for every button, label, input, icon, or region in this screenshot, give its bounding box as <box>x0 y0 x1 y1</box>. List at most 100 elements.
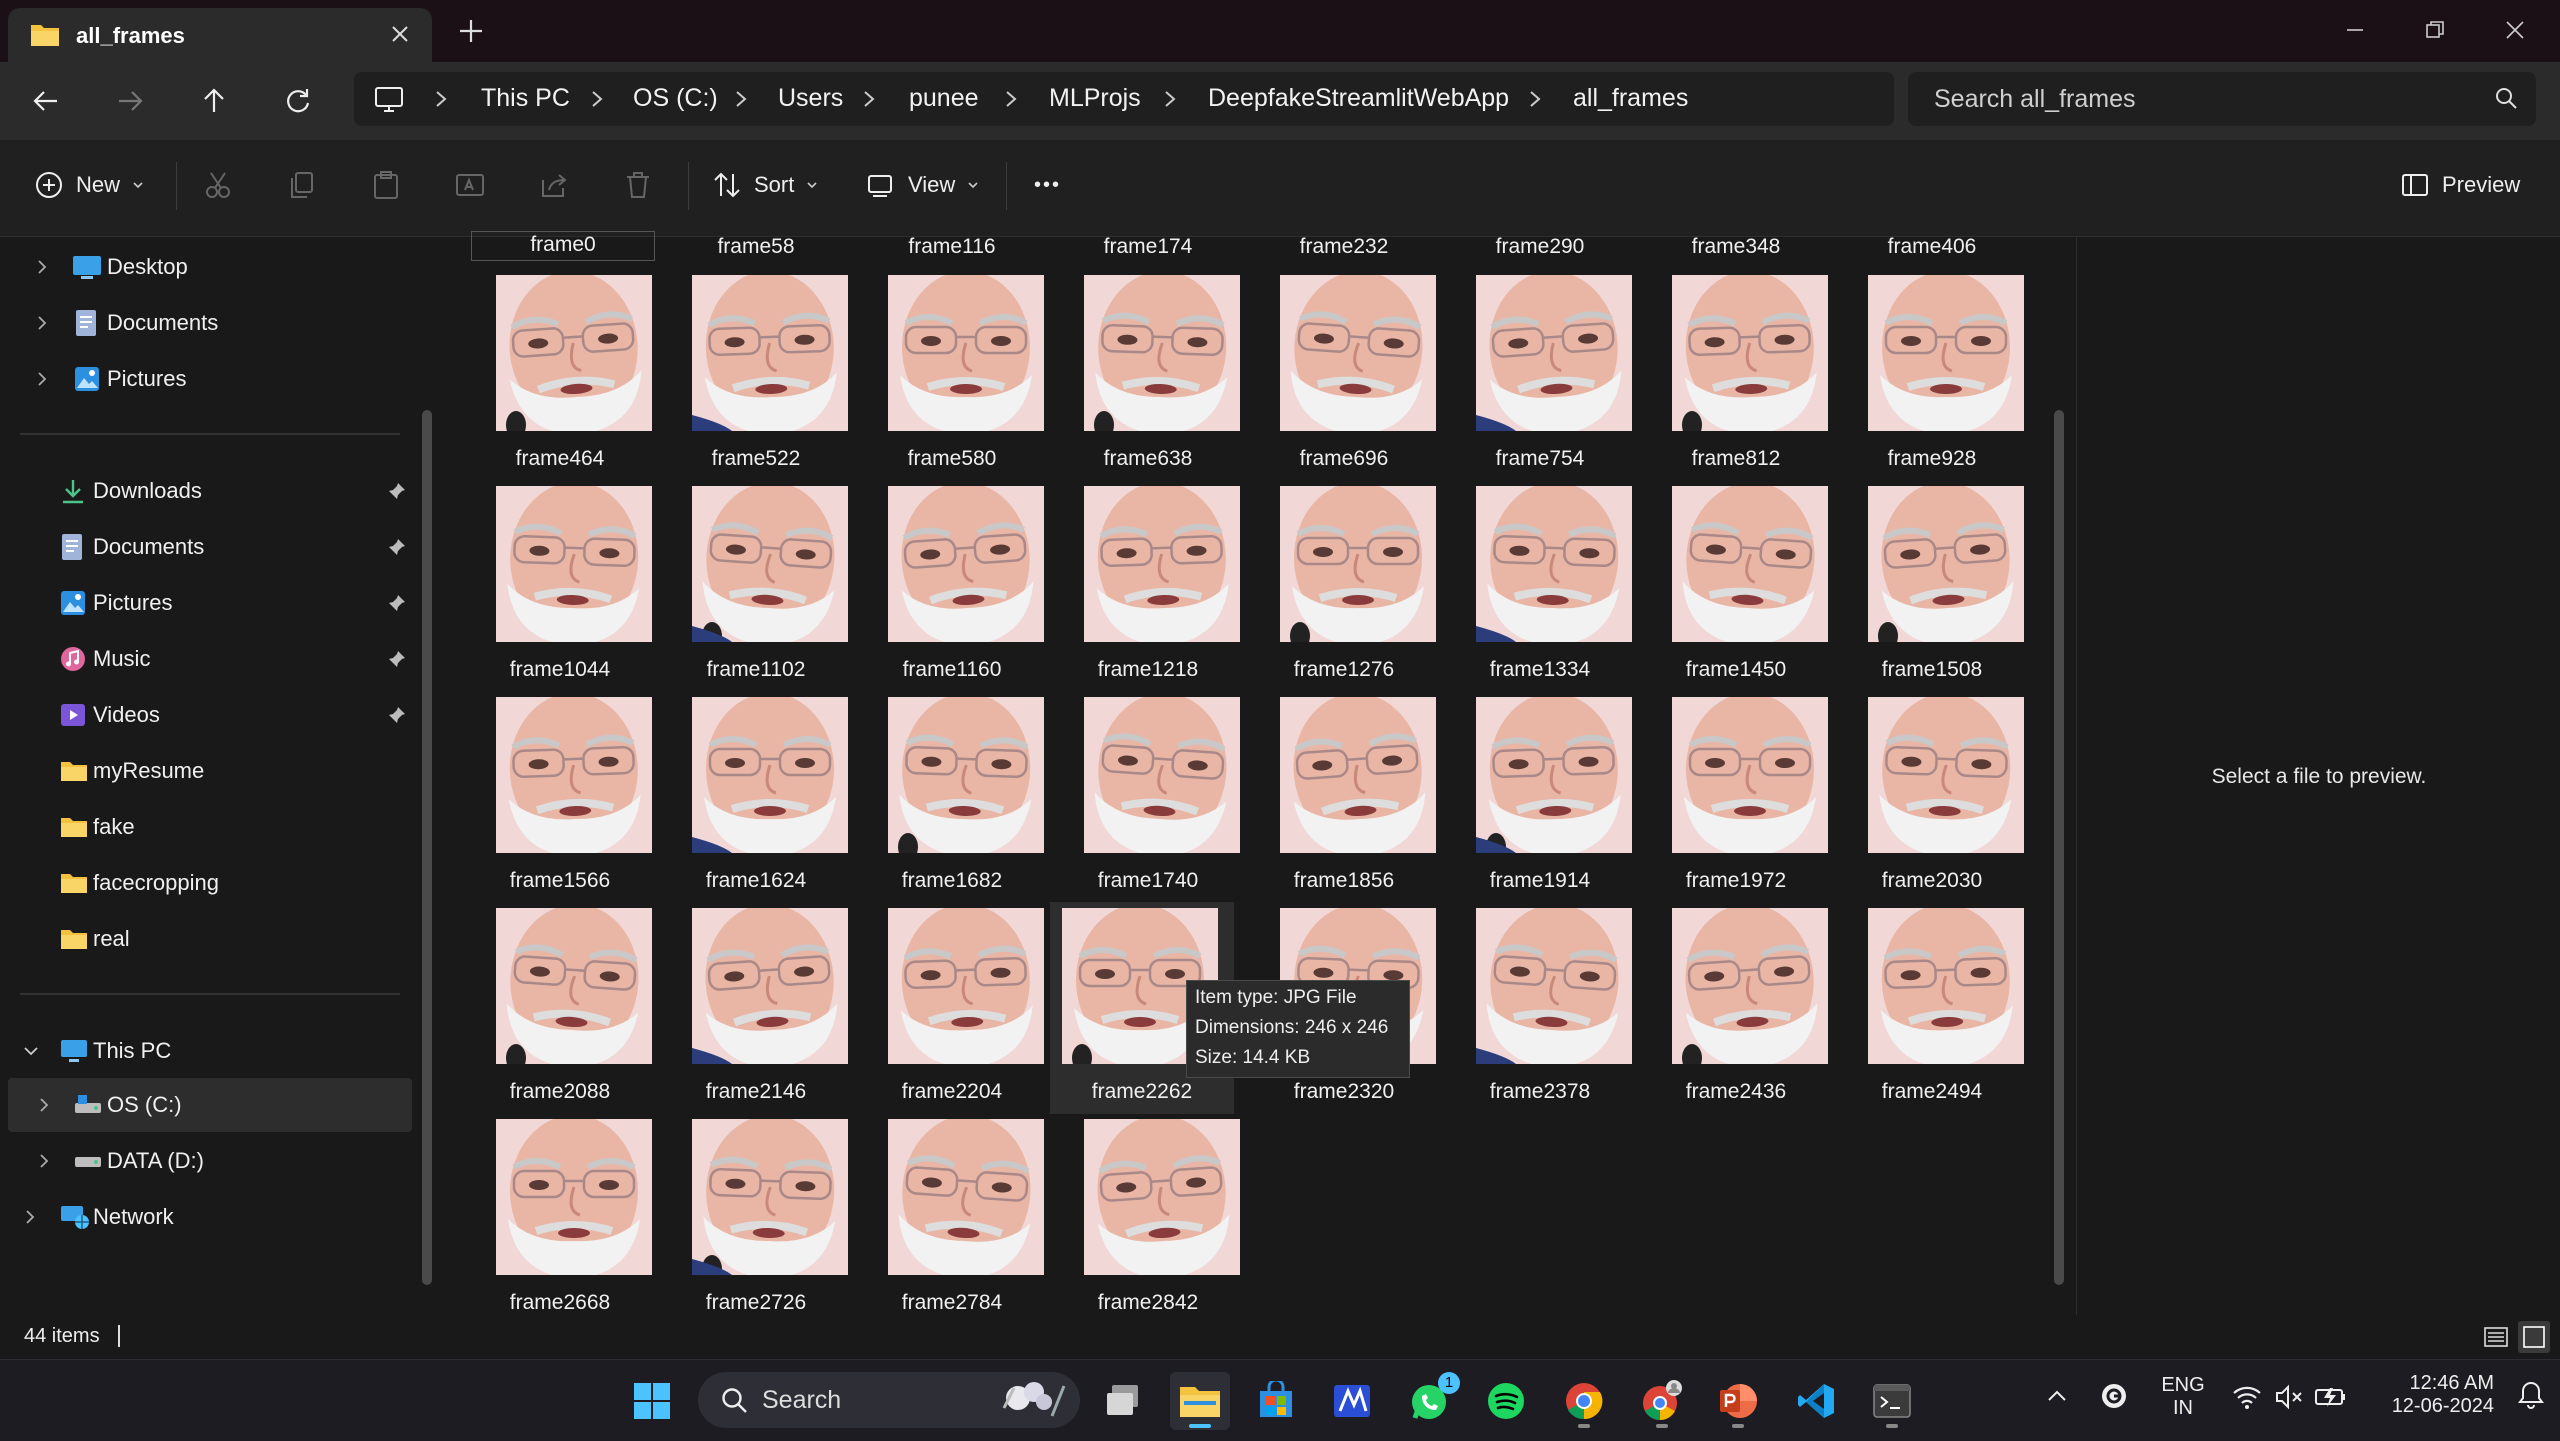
minimize-button[interactable] <box>2320 10 2390 50</box>
taskbar-microsoft-store[interactable] <box>1246 1372 1306 1430</box>
file-item[interactable]: frame1044 <box>474 486 658 691</box>
sidebar-item-pictures[interactable]: Pictures <box>0 354 420 404</box>
breadcrumb-deepfakestreamlitwebapp[interactable]: DeepfakeStreamlitWebApp <box>1208 84 1509 113</box>
rename-button[interactable] <box>455 160 485 210</box>
chevron-right-icon[interactable] <box>38 1152 50 1170</box>
chevron-right-icon[interactable] <box>36 258 48 276</box>
start-button[interactable] <box>622 1372 682 1430</box>
file-item[interactable]: frame1450 <box>1650 486 1834 691</box>
taskbar-file-explorer[interactable] <box>1170 1372 1230 1430</box>
sidebar-item-documents[interactable]: Documents <box>0 298 420 348</box>
preview-pane-button[interactable]: Preview <box>2400 160 2520 210</box>
sidebar-item-facecropping[interactable]: facecropping <box>0 858 420 908</box>
sidebar-item-real[interactable]: real <box>0 914 420 964</box>
cut-button[interactable] <box>203 160 233 210</box>
sidebar-item-music[interactable]: Music <box>0 634 420 684</box>
chevron-right-icon[interactable] <box>36 314 48 332</box>
file-item[interactable]: frame1102 <box>670 486 854 691</box>
sidebar-item-videos[interactable]: Videos <box>0 690 420 740</box>
sidebar-scrollbar[interactable] <box>422 410 432 1285</box>
taskbar-chrome[interactable] <box>1554 1372 1614 1430</box>
new-button[interactable]: New <box>34 160 144 210</box>
clock[interactable]: 12:46 AM 12-06-2024 <box>2364 1372 2494 1418</box>
address-bar[interactable]: This PC OS (C:) Users punee MLProjs Deep… <box>354 72 1894 126</box>
taskbar-mathpix[interactable] <box>1322 1372 1382 1430</box>
file-name-label[interactable]: frame406 <box>1832 235 2032 259</box>
file-item[interactable]: frame1856 <box>1258 697 1442 902</box>
taskbar-whatsapp[interactable]: 1 <box>1400 1372 1460 1430</box>
copy-button[interactable] <box>287 160 317 210</box>
back-button[interactable] <box>22 80 70 122</box>
sidebar-item-fake[interactable]: fake <box>0 802 420 852</box>
file-name-label[interactable]: frame232 <box>1244 235 1444 259</box>
file-item[interactable]: frame2436 <box>1650 908 1834 1113</box>
file-item[interactable]: frame1160 <box>866 486 1050 691</box>
new-tab-button[interactable] <box>458 18 484 44</box>
file-item[interactable]: frame2668 <box>474 1119 658 1324</box>
sidebar-item-data-d[interactable]: DATA (D:) <box>0 1136 420 1186</box>
tab-all-frames[interactable]: all_frames <box>8 8 432 62</box>
breadcrumb-os-c[interactable]: OS (C:) <box>633 84 718 113</box>
file-item[interactable]: frame1508 <box>1846 486 2030 691</box>
breadcrumb-this-pc[interactable]: This PC <box>481 84 570 113</box>
grammarly-icon[interactable] <box>2100 1382 2128 1410</box>
file-item[interactable]: frame638 <box>1062 275 1246 480</box>
volume-muted-icon[interactable] <box>2274 1384 2304 1410</box>
file-name-label[interactable]: frame174 <box>1048 235 1248 259</box>
refresh-button[interactable] <box>274 80 322 122</box>
paste-button[interactable] <box>371 160 401 210</box>
close-tab-icon[interactable] <box>390 24 410 44</box>
file-item[interactable]: frame2378 <box>1454 908 1638 1113</box>
file-item[interactable]: frame2842 <box>1062 1119 1246 1324</box>
notifications-icon[interactable] <box>2516 1380 2546 1410</box>
sidebar-item-desktop[interactable]: Desktop <box>0 242 420 292</box>
file-name-label[interactable]: frame116 <box>852 235 1052 259</box>
more-options-button[interactable]: ••• <box>1034 160 1061 210</box>
file-item[interactable]: frame2146 <box>670 908 854 1113</box>
file-item[interactable]: frame1972 <box>1650 697 1834 902</box>
file-item[interactable]: frame2784 <box>866 1119 1050 1324</box>
share-button[interactable] <box>539 160 569 210</box>
content-scrollbar[interactable] <box>2054 410 2064 1285</box>
taskbar-chrome-profile[interactable] <box>1632 1372 1692 1430</box>
forward-button[interactable] <box>106 80 154 122</box>
taskbar-vscode[interactable] <box>1786 1372 1846 1430</box>
file-item[interactable]: frame1218 <box>1062 486 1246 691</box>
sidebar-item-documents-pinned[interactable]: Documents <box>0 522 420 572</box>
chevron-right-icon[interactable] <box>24 1208 36 1226</box>
language-indicator[interactable]: ENG IN <box>2158 1374 2208 1420</box>
file-item[interactable]: frame1914 <box>1454 697 1638 902</box>
breadcrumb-punee[interactable]: punee <box>909 84 979 113</box>
sidebar-item-os-c[interactable]: OS (C:) <box>8 1078 412 1132</box>
file-item[interactable]: frame1682 <box>866 697 1050 902</box>
sidebar-item-network[interactable]: Network <box>0 1192 420 1242</box>
wifi-icon[interactable] <box>2232 1384 2262 1410</box>
chevron-down-icon[interactable] <box>22 1045 40 1057</box>
file-item[interactable]: frame1566 <box>474 697 658 902</box>
file-item[interactable]: frame1276 <box>1258 486 1442 691</box>
file-item[interactable]: frame928 <box>1846 275 2030 480</box>
close-window-button[interactable] <box>2480 10 2550 50</box>
file-item[interactable]: frame2030 <box>1846 697 2030 902</box>
file-item[interactable]: frame2204 <box>866 908 1050 1113</box>
sort-button[interactable]: Sort <box>712 160 818 210</box>
file-item[interactable]: frame1740 <box>1062 697 1246 902</box>
file-item[interactable]: frame812 <box>1650 275 1834 480</box>
large-icons-view-button[interactable] <box>2518 1321 2550 1353</box>
details-view-button[interactable] <box>2482 1323 2510 1351</box>
file-name-label[interactable]: frame58 <box>656 235 856 259</box>
view-button[interactable]: View <box>866 160 979 210</box>
taskbar-powerpoint[interactable] <box>1708 1372 1768 1430</box>
file-item[interactable]: frame464 <box>474 275 658 480</box>
file-item[interactable]: frame2726 <box>670 1119 854 1324</box>
file-item[interactable]: frame2088 <box>474 908 658 1113</box>
search-input[interactable]: Search all_frames <box>1908 72 2536 126</box>
show-hidden-icons-chevron-icon[interactable] <box>2046 1388 2068 1404</box>
restore-button[interactable] <box>2400 10 2470 50</box>
file-item[interactable]: frame1624 <box>670 697 854 902</box>
chevron-right-icon[interactable] <box>36 370 48 388</box>
sidebar-item-myresume[interactable]: myResume <box>0 746 420 796</box>
battery-icon[interactable] <box>2314 1384 2348 1410</box>
file-item[interactable]: frame754 <box>1454 275 1638 480</box>
file-name-label[interactable]: frame348 <box>1636 235 1836 259</box>
